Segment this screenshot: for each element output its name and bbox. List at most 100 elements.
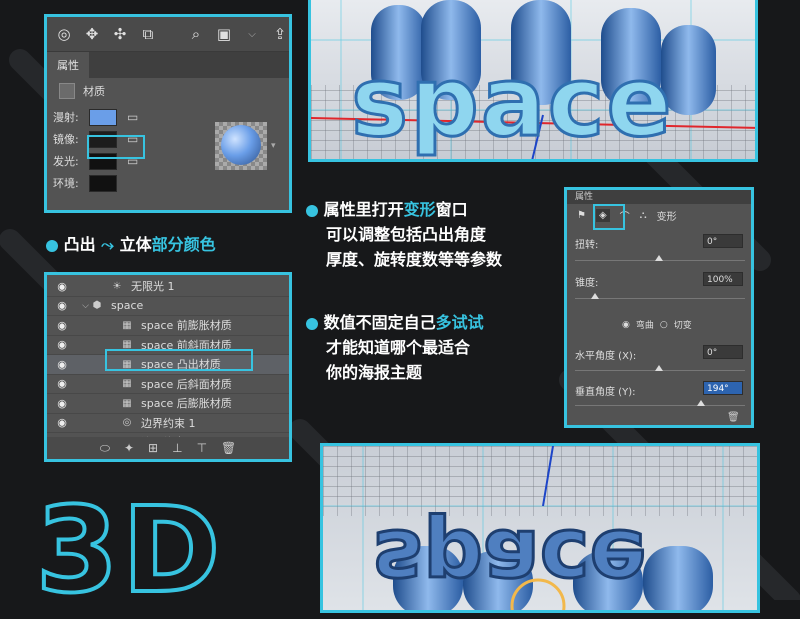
folder-icon[interactable]: ▭	[127, 110, 138, 124]
properties-panel: ◎ ✥ ✣ ⧉ ⌕ ▣ ⌵ ⇪ 属性 材质 漫射: ▭ 镜像: ▭ 发光: ▭	[44, 14, 292, 213]
cube-icon[interactable]: ⧉	[139, 25, 157, 43]
wave-arrow-icon: ⤳	[101, 235, 114, 254]
panel-tabs: 属性	[47, 52, 289, 78]
caption-block-2: 数值不固定自己多试试 才能知道哪个最适合 你的海报主题	[306, 310, 484, 385]
mesh-icon[interactable]: ⚑	[577, 210, 586, 221]
layer-row[interactable]: ◉ ⌵ ⬢ space	[47, 297, 289, 316]
material-title: 材质	[83, 85, 105, 98]
caption-left-c: 部分颜色	[151, 235, 216, 254]
bullet-dot-icon	[306, 204, 318, 217]
light2-icon[interactable]: ⊤	[197, 441, 207, 455]
taper-input[interactable]: 100%	[703, 272, 743, 286]
taper-slider-handle[interactable]	[591, 293, 599, 299]
visibility-eye-icon[interactable]: ◉	[47, 416, 77, 429]
layer-row[interactable]: ◉ ▦ space 前膨胀材质	[47, 316, 289, 336]
material-icon: ▦	[122, 397, 132, 409]
visibility-eye-icon[interactable]: ◉	[47, 299, 77, 312]
coordinates-icon[interactable]: ⛬	[640, 210, 647, 221]
search-icon[interactable]: ⌕	[187, 25, 205, 43]
twist-slider-handle[interactable]	[655, 255, 663, 261]
trash-icon[interactable]: 🗑	[221, 441, 236, 455]
diffuse-swatch[interactable]	[89, 108, 117, 126]
layers-footer: ⬭ ✦ ⊞ ⊥ ⊤ 🗑	[47, 437, 289, 459]
material-preview[interactable]	[215, 122, 267, 170]
constraint-icon: ◎	[122, 417, 132, 429]
deform-tab-label: 变形	[656, 211, 677, 223]
layer-row[interactable]: ◉ ☀ 无限光 1	[47, 277, 289, 297]
visibility-eye-icon[interactable]: ◉	[47, 377, 77, 390]
x-angle-input[interactable]: 0°	[703, 345, 743, 359]
visibility-eye-icon[interactable]: ◉	[47, 319, 77, 332]
y-angle-label: 垂直角度 (Y):	[575, 387, 636, 398]
y-angle-slider[interactable]	[575, 405, 745, 406]
visibility-eye-icon[interactable]: ◉	[47, 397, 77, 410]
twist-label: 扭转:	[575, 240, 599, 251]
visibility-eye-icon[interactable]: ◉	[47, 338, 77, 351]
visibility-eye-icon[interactable]: ◉	[47, 358, 77, 371]
export-icon[interactable]: ⇪	[271, 25, 289, 43]
deform-title: 属性	[575, 192, 594, 202]
trash-icon[interactable]: 🗑	[727, 412, 740, 423]
new-icon[interactable]: ⊞	[148, 441, 158, 455]
material-icon: ▦	[122, 319, 132, 331]
layers-panel: ◉ ☀ 无限光 1 ◉ ⌵ ⬢ space ◉ ▦ space 前膨胀材质 ◉ ▦ space 前斜面材…	[44, 272, 292, 462]
y-angle-slider-handle[interactable]	[697, 400, 705, 406]
render-top-scene: space	[311, 0, 755, 159]
caption-left-b: 立体	[119, 235, 152, 254]
caption2-line1-b: 多试试	[435, 313, 484, 332]
layer-name: space	[111, 299, 144, 313]
move-icon[interactable]: ✥	[83, 25, 101, 43]
render-bottom: space	[320, 443, 760, 613]
cylinder-icon[interactable]: ⬭	[100, 441, 110, 456]
radio-unselected-icon[interactable]: ○	[660, 320, 668, 330]
x-angle-label: 水平角度 (X):	[575, 351, 637, 362]
panel-toolbar: ◎ ✥ ✣ ⧉ ⌕ ▣ ⌵ ⇪	[47, 17, 289, 52]
light-icon[interactable]: ✦	[124, 441, 134, 455]
highlight-box	[105, 349, 253, 371]
ambient-swatch[interactable]	[89, 174, 117, 192]
expand-chevron-icon[interactable]: ⌵	[77, 301, 89, 311]
material-icon	[59, 83, 75, 99]
big-3d-label: 3D	[34, 481, 225, 619]
render-bottom-text: space	[373, 511, 647, 609]
taper-slider[interactable]	[575, 298, 745, 299]
caption2-line1-a: 数值不固定自己	[323, 313, 436, 332]
preview-chevron-icon[interactable]: ▾	[271, 141, 276, 151]
specular-label: 镜像:	[53, 133, 79, 146]
ambient-label: 环境:	[53, 177, 79, 190]
caption1-line1-a: 属性里打开	[323, 200, 404, 219]
highlight-box	[87, 135, 145, 159]
caption-block-1: 属性里打开变形窗口 可以调整包括凸出角度 厚度、旋转度数等等参数	[306, 197, 502, 272]
caption1-line3: 厚度、旋转度数等等参数	[326, 250, 503, 269]
caption2-line2: 才能知道哪个最适合	[326, 338, 471, 357]
ground-icon[interactable]: ⊥	[172, 441, 182, 455]
caption-left: 凸出 ⤳ 立体部分颜色	[46, 232, 216, 257]
layer-row[interactable]: ◉ ◎ 边界约束 1	[47, 414, 289, 433]
deform-panel: 属性 ⚑ ◈ ⌒ ⛬ 变形 扭转: 0° 锥度: 100% ◉ 弯曲 ○ 切变 …	[564, 187, 754, 428]
layer-row[interactable]: ◉ ▦ space 后膨胀材质	[47, 394, 289, 414]
layer-name: space 后膨胀材质	[141, 397, 232, 411]
caption1-line1-b: 变形	[403, 200, 436, 219]
caption1-line1-c: 窗口	[435, 200, 468, 219]
render-top-text: space	[351, 46, 674, 158]
sphere-icon	[221, 125, 261, 165]
x-angle-slider-handle[interactable]	[655, 365, 663, 371]
twist-input[interactable]: 0°	[703, 234, 743, 248]
radio-bend-label: 弯曲	[635, 321, 654, 331]
bullet-dot-icon	[46, 239, 58, 252]
chevron-down-icon[interactable]: ⌵	[243, 29, 261, 40]
bend-shear-radio: ◉ 弯曲 ○ 切变	[622, 318, 692, 332]
layer-row[interactable]: ◉ ▦ space 后斜面材质	[47, 375, 289, 394]
y-angle-input[interactable]: 194°	[703, 381, 743, 395]
taper-label: 锥度:	[575, 278, 599, 289]
radio-selected-icon[interactable]: ◉	[622, 320, 630, 330]
highlight-box	[593, 204, 625, 230]
caption-left-a: 凸出	[63, 235, 96, 254]
panel-icon[interactable]: ▣	[215, 25, 233, 43]
deform-title-bar: 属性	[567, 190, 751, 204]
target-icon[interactable]: ◎	[55, 25, 73, 43]
caption2-line3: 你的海报主题	[326, 363, 423, 382]
move-arrows-icon[interactable]: ✣	[111, 25, 129, 43]
tab-properties[interactable]: 属性	[47, 52, 89, 78]
visibility-eye-icon[interactable]: ◉	[47, 280, 77, 293]
